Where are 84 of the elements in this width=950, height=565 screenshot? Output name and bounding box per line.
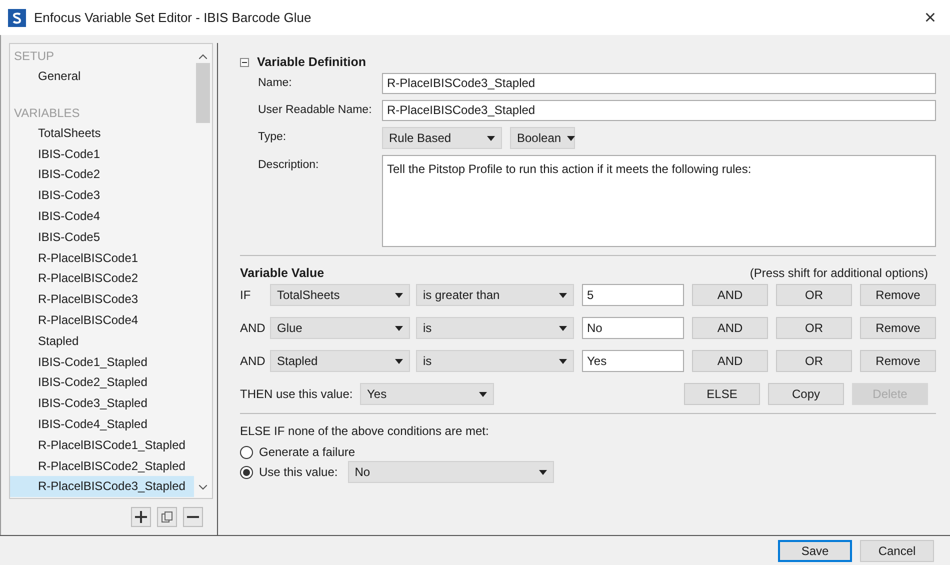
- app-logo-icon: [8, 8, 26, 26]
- subtype-dropdown[interactable]: Boolean: [510, 127, 575, 149]
- hint-text: (Press shift for additional options): [750, 265, 929, 280]
- sidebar-item[interactable]: Stapled: [10, 330, 194, 352]
- window-title: Enfocus Variable Set Editor - IBIS Barcode Glue: [34, 8, 312, 27]
- scroll-down-icon[interactable]: [199, 485, 207, 490]
- sidebar-item[interactable]: R-PlacelBISCode1: [10, 248, 194, 268]
- variable-dropdown[interactable]: Glue: [270, 317, 410, 339]
- scrollbar-thumb[interactable]: [196, 63, 210, 123]
- sidebar-item[interactable]: General: [10, 66, 194, 87]
- value-dropdown[interactable]: Yes: [360, 383, 494, 405]
- scroll-up-icon[interactable]: [199, 54, 207, 59]
- input-field[interactable]: R-PlaceIBISCode3_Stapled: [382, 73, 936, 94]
- caret-icon: [559, 292, 567, 298]
- description-field[interactable]: Tell the Pitstop Profile to run this action if it meets the following rules:: [382, 155, 936, 247]
- section-heading: SETUP: [13, 48, 56, 65]
- field-label: Type:: [258, 130, 288, 146]
- sidebar-item[interactable]: R-PlacelBISCode2_Stapled: [10, 456, 194, 476]
- operator-dropdown[interactable]: is: [416, 317, 574, 339]
- sidebar-item[interactable]: IBIS-Code4_Stapled: [10, 414, 194, 435]
- section-title: Variable Definition: [257, 54, 366, 71]
- caret-icon: [395, 326, 403, 330]
- condition-connector: IF: [240, 287, 252, 304]
- caret-icon: [395, 358, 403, 364]
- variable-dropdown[interactable]: TotalSheets: [270, 284, 410, 306]
- type-dropdown[interactable]: Rule Based: [382, 127, 502, 149]
- value-dropdown[interactable]: No: [348, 461, 554, 483]
- variable-dropdown[interactable]: Stapled: [270, 350, 410, 372]
- condition-connector: AND: [240, 353, 266, 370]
- sidebar-item[interactable]: R-PlacelBISCode2: [10, 268, 194, 290]
- operator-dropdown[interactable]: is: [416, 350, 574, 372]
- action-button[interactable]: ELSE: [684, 383, 760, 405]
- close-button[interactable]: ×: [924, 8, 936, 28]
- caret-icon: [538, 470, 547, 474]
- sidebar-item[interactable]: IBIS-Code3_Stapled: [10, 393, 194, 414]
- section-heading: VARIABLES: [13, 104, 81, 122]
- sidebar-item[interactable]: TotalSheets: [10, 122, 194, 144]
- sidebar-item[interactable]: IBIS-Code5: [10, 226, 194, 248]
- operator-dropdown[interactable]: is greater than: [416, 284, 574, 306]
- sidebar-item[interactable]: IBIS-Code1_Stapled: [10, 352, 194, 372]
- input-field[interactable]: R-PlaceIBISCode3_Stapled: [382, 100, 936, 121]
- condition-button[interactable]: AND: [692, 284, 768, 306]
- condition-button[interactable]: OR: [776, 284, 852, 306]
- caret-icon: [559, 358, 567, 364]
- action-button[interactable]: Copy: [768, 383, 844, 405]
- sidebar-item[interactable]: R-PlacelBISCode4: [10, 310, 194, 331]
- radio-option[interactable]: Generate a failure: [240, 443, 356, 461]
- sidebar-item[interactable]: IBIS-Code4: [10, 206, 194, 227]
- add-icon[interactable]: [131, 507, 151, 527]
- remove-icon[interactable]: [183, 507, 203, 527]
- dialog-button[interactable]: Save: [778, 540, 852, 562]
- condition-button[interactable]: Remove: [860, 317, 936, 339]
- sidebar-item[interactable]: IBIS-Code2_Stapled: [10, 372, 194, 394]
- collapse-icon[interactable]: [240, 58, 249, 66]
- field-label: User Readable Name:: [258, 102, 373, 118]
- value-field[interactable]: Yes: [582, 350, 684, 372]
- condition-button[interactable]: OR: [776, 317, 852, 339]
- caret-icon: [479, 392, 487, 396]
- condition-button[interactable]: OR: [776, 350, 852, 372]
- caret-icon: [487, 136, 495, 140]
- sidebar-item[interactable]: R-PlacelBISCode1_Stapled: [10, 434, 194, 456]
- condition-button[interactable]: Remove: [860, 284, 936, 306]
- field-label: Name:: [258, 76, 293, 91]
- dialog-button[interactable]: Cancel: [860, 540, 934, 562]
- field-label: Description:: [258, 158, 320, 173]
- duplicate-icon[interactable]: [157, 507, 177, 527]
- caret-icon: [559, 326, 567, 330]
- else-label: ELSE IF none of the above conditions are met:: [240, 423, 490, 440]
- sidebar-item[interactable]: IBIS-Code3: [10, 185, 194, 206]
- caret-icon: [395, 292, 403, 298]
- section-title: Variable Value: [240, 265, 324, 280]
- field-label: THEN use this value:: [240, 386, 354, 403]
- caret-icon: [567, 136, 576, 140]
- sidebar-item[interactable]: IBIS-Code2: [10, 164, 194, 186]
- value-field[interactable]: 5: [582, 284, 684, 306]
- sidebar-item[interactable]: R-PlacelBISCode3: [10, 289, 194, 310]
- condition-button[interactable]: Remove: [860, 350, 936, 372]
- sidebar-item[interactable]: R-PlacelBISCode3_Stapled: [10, 476, 194, 498]
- radio-option[interactable]: Use this value:: [240, 463, 338, 481]
- value-field[interactable]: No: [582, 317, 684, 339]
- condition-connector: AND: [240, 320, 266, 337]
- condition-button[interactable]: AND: [692, 317, 768, 339]
- sidebar-item[interactable]: IBIS-Code1: [10, 144, 194, 164]
- condition-button[interactable]: AND: [692, 350, 768, 372]
